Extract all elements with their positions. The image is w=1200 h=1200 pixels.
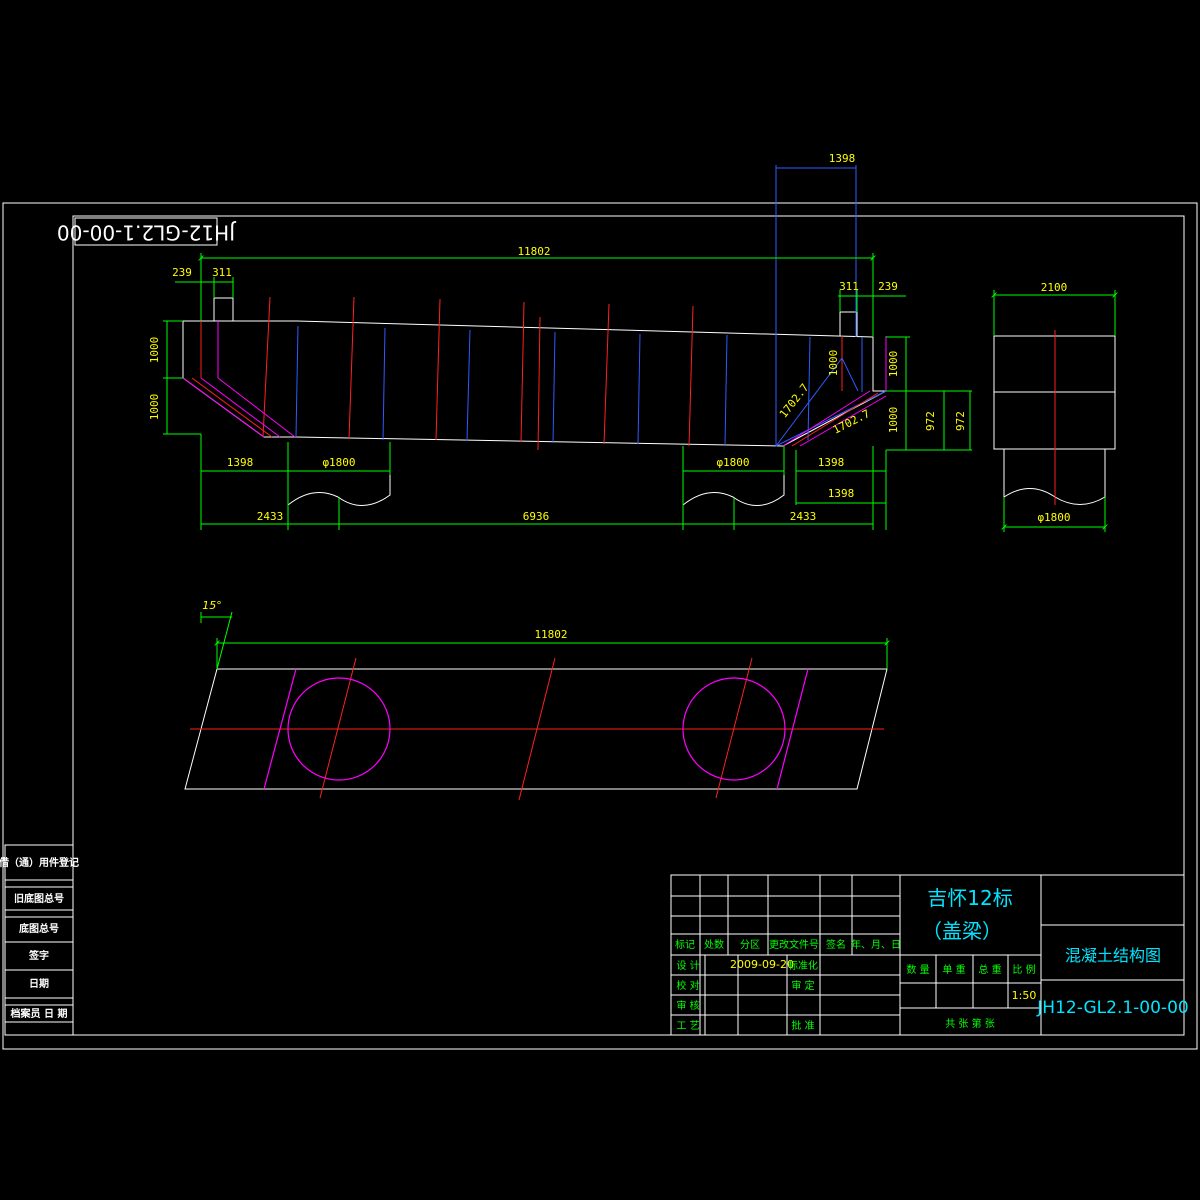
- dim-239-right: 239: [878, 280, 898, 293]
- dim-1398-left: 1398: [227, 456, 254, 469]
- dim-phi-left: φ1800: [322, 456, 355, 469]
- tb-mark: 标记: [675, 939, 695, 951]
- dim-1000-left-upper: 1000: [148, 337, 161, 364]
- tb-process: 工 艺: [676, 1020, 699, 1032]
- dim-972-b: 972: [954, 411, 967, 431]
- tb-date: 年、月、日: [851, 938, 901, 951]
- plan-dim-total: 11802: [534, 628, 567, 641]
- tb-approve: 批 准: [791, 1019, 814, 1032]
- beam-outline: [182, 320, 887, 447]
- plan-view: 15° 11802: [184, 599, 890, 801]
- dim-phi-right: φ1800: [716, 456, 749, 469]
- dim-1398-right-a: 1398: [818, 456, 845, 469]
- tb-unit-wt: 单 重: [942, 963, 965, 976]
- dim-1702-a: 1702.7: [777, 381, 812, 420]
- left-stop-block: [213, 297, 234, 321]
- tb-qty: 数 量: [906, 963, 929, 976]
- dim-1000-right-lower: 1000: [887, 407, 900, 434]
- tb-design: 设 计: [676, 959, 699, 972]
- cad-drawing-canvas: JH12-GL2.1-00-00 11802 239 311 311 239 1…: [0, 152, 1198, 1050]
- rotated-drawing-number: JH12-GL2.1-00-00: [57, 221, 237, 245]
- right-stop-block: [839, 311, 858, 337]
- side-row-1: 借（通）用件登记: [0, 856, 79, 869]
- tb-count: 处数: [704, 938, 724, 951]
- dim-1000-left-lower: 1000: [148, 394, 161, 421]
- tb-drawing-number: JH12-GL2.1-00-00: [1036, 998, 1188, 1018]
- side-row-3: 底图总号: [19, 922, 59, 935]
- dim-1398-top: 1398: [829, 152, 856, 165]
- dim-6936: 6936: [523, 510, 550, 523]
- side-row-6: 档案员 日 期: [10, 1007, 68, 1020]
- side-row-2: 旧底图总号: [14, 892, 64, 905]
- dim-1000-right-upper: 1000: [887, 351, 900, 378]
- tb-design-date: 2009-09-20: [730, 958, 794, 971]
- tb-total-wt: 总 重: [978, 963, 1001, 976]
- tb-scale: 比 例: [1012, 963, 1035, 976]
- right-pillar: [682, 446, 785, 507]
- dim-311-right: 311: [839, 280, 859, 293]
- tb-drawing-title: 混凝土结构图: [1065, 946, 1161, 965]
- dim-2433-right: 2433: [790, 510, 817, 523]
- elevation-view: 11802 239 311 311 239 1398 1000 1000 100…: [148, 152, 972, 530]
- red-section-lines: [200, 296, 887, 451]
- side-register-table: 借（通）用件登记 旧底图总号 底图总号 签字 日期 档案员 日 期: [0, 844, 79, 1036]
- plan-angle: 15°: [202, 599, 222, 612]
- side-dim-width: 2100: [1041, 281, 1068, 294]
- tb-audit: 审 核: [676, 999, 699, 1012]
- tb-sheet-info: 共 张 第 张: [945, 1017, 995, 1030]
- tb-doc: 更改文件号: [769, 938, 819, 951]
- tb-zone: 分区: [740, 939, 760, 951]
- dim-239-left: 239: [172, 266, 192, 279]
- inner-frame: [72, 215, 1185, 1036]
- dim-1398-right-b: 1398: [828, 487, 855, 500]
- title-block: 标记 处数 分区 更改文件号 签名 年、月、日 设 计 2009-09-20 标…: [670, 874, 1189, 1036]
- side-view: 2100 φ1800: [991, 281, 1118, 532]
- dim-972-a: 972: [924, 411, 937, 431]
- side-row-5: 日期: [29, 977, 49, 990]
- side-dim-phi: φ1800: [1037, 511, 1070, 524]
- side-row-4: 签字: [28, 949, 49, 962]
- tb-standard: 标准化: [788, 959, 818, 972]
- tb-sign: 签名: [826, 938, 846, 951]
- tb-review: 审 定: [791, 979, 814, 992]
- tb-check: 校 对: [676, 979, 699, 992]
- magenta-haunch-lines: [182, 321, 887, 447]
- dim-311-left: 311: [212, 266, 232, 279]
- tb-project-line1: 吉怀12标: [927, 886, 1012, 910]
- dim-2433-left: 2433: [257, 510, 284, 523]
- tb-scale-value: 1:50: [1012, 989, 1037, 1002]
- red-haunch-lines: [191, 377, 879, 447]
- dim-1000-inner: 1000: [827, 350, 840, 377]
- left-pillar: [287, 442, 391, 507]
- dim-total-top: 11802: [517, 245, 550, 258]
- tb-project-line2: （盖梁）: [922, 919, 1002, 943]
